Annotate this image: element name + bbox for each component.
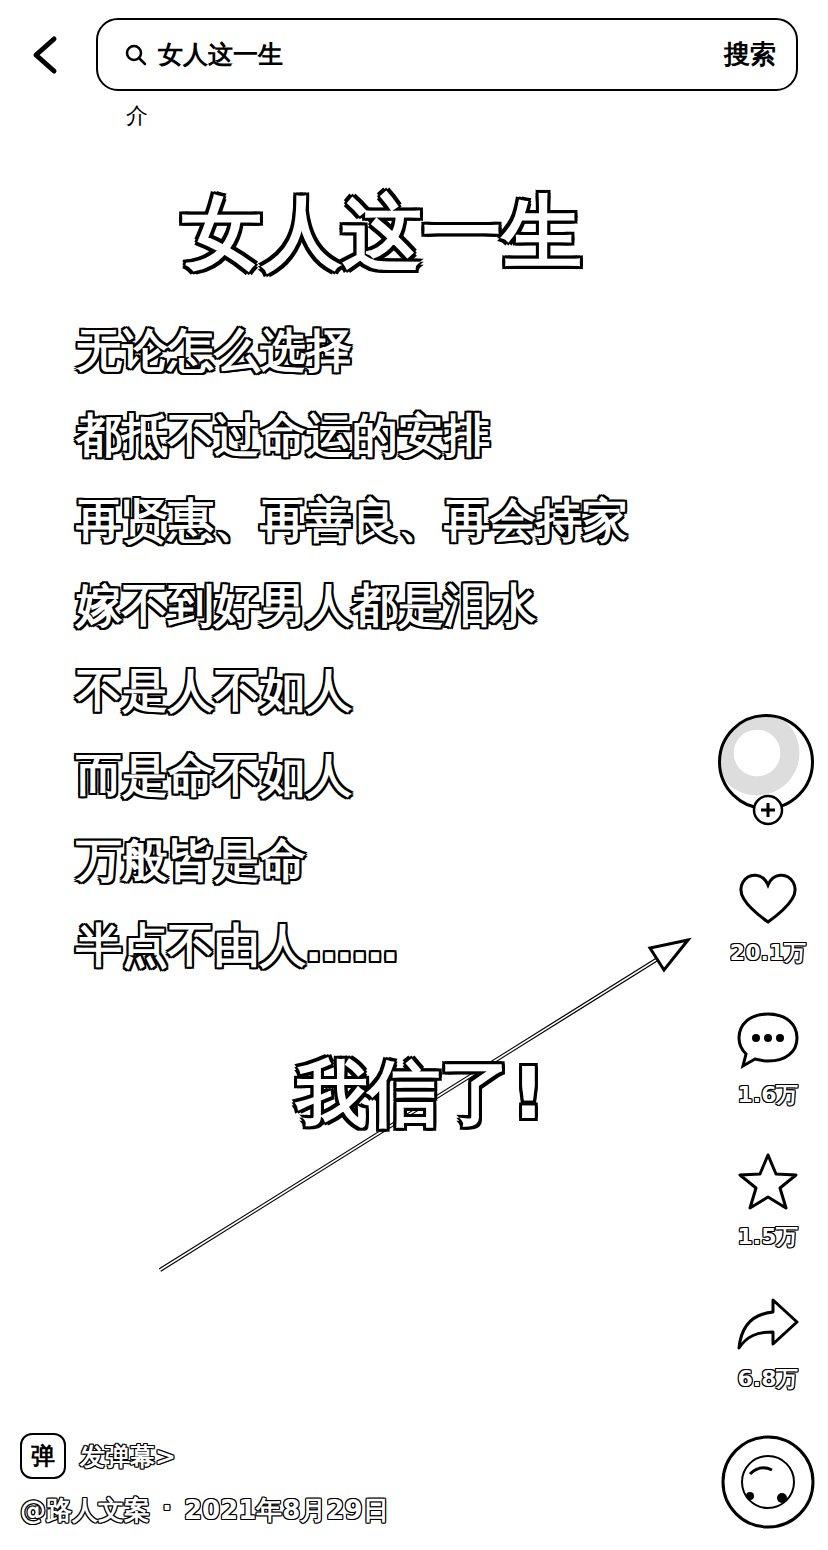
search-field[interactable]: 女人这一生搜索 xyxy=(96,18,798,91)
caption-line: 不是人不如人 xyxy=(76,648,708,733)
comment-button[interactable]: 1.6万 xyxy=(733,1008,803,1110)
danmaku-button[interactable]: 弹发弹幕> xyxy=(20,1433,708,1479)
captions: 女人这一生无论怎么选择都抵不过命运的安排再贤惠、再善良、再会持家嫁不到好男人都是… xyxy=(0,183,708,1143)
follow-plus-icon[interactable] xyxy=(752,794,784,826)
author-handle[interactable]: @路人文案 xyxy=(20,1493,150,1528)
back-icon[interactable] xyxy=(26,33,66,77)
author-row: @路人文案 · 2021年8月29日 xyxy=(20,1493,708,1528)
caption-line: 都抵不过命运的安排 xyxy=(76,393,708,478)
search-icon xyxy=(124,43,148,67)
caption-line: 无论怎么选择 xyxy=(76,308,708,393)
post-date: 2021年8月29日 xyxy=(184,1493,389,1528)
music-disc-icon[interactable] xyxy=(720,1434,816,1530)
favorite-button[interactable]: 1.5万 xyxy=(733,1150,803,1252)
comment-count: 1.6万 xyxy=(738,1080,799,1110)
search-button[interactable]: 搜索 xyxy=(724,37,776,72)
comment-icon xyxy=(733,1008,803,1072)
caption-line: 万般皆是命 xyxy=(76,818,708,903)
action-rail: 20.1万 1.6万 1.5万 6.8万 xyxy=(708,91,828,1550)
caption-line: 半点不由人…… xyxy=(76,903,708,988)
caption-title: 女人这一生 xyxy=(182,183,708,283)
favorite-icon xyxy=(733,1150,803,1214)
favorite-count: 1.5万 xyxy=(738,1222,799,1252)
danmaku-label: 发弹幕> xyxy=(80,1440,176,1473)
content-column: 介女人这一生无论怎么选择都抵不过命运的安排再贤惠、再善良、再会持家嫁不到好男人都… xyxy=(0,91,708,1550)
like-count: 20.1万 xyxy=(730,938,806,968)
like-icon xyxy=(733,866,803,930)
video-page: 女人这一生搜索介女人这一生无论怎么选择都抵不过命运的安排再贤惠、再善良、再会持家… xyxy=(0,0,828,1550)
danmaku-badge: 弹 xyxy=(20,1433,66,1479)
author-separator: · xyxy=(162,1493,172,1528)
video-stage: 介女人这一生无论怎么选择都抵不过命运的安排再贤惠、再善良、再会持家嫁不到好男人都… xyxy=(0,91,828,1550)
search-query[interactable]: 女人这一生 xyxy=(158,38,714,71)
caption-reaction: 我信了! xyxy=(296,1043,708,1143)
top-bar: 女人这一生搜索 xyxy=(0,0,828,91)
caption-line: 嫁不到好男人都是泪水 xyxy=(76,563,708,648)
fragment-text: 介 xyxy=(126,101,708,131)
footer: 弹发弹幕> @路人文案 · 2021年8月29日 xyxy=(0,1433,708,1550)
like-button[interactable]: 20.1万 xyxy=(730,866,806,968)
author-avatar[interactable] xyxy=(718,714,818,826)
share-button[interactable]: 6.8万 xyxy=(733,1292,803,1394)
caption-line: 而是命不如人 xyxy=(76,733,708,818)
share-icon xyxy=(733,1292,803,1356)
share-count: 6.8万 xyxy=(738,1364,799,1394)
caption-line: 再贤惠、再善良、再会持家 xyxy=(76,478,708,563)
